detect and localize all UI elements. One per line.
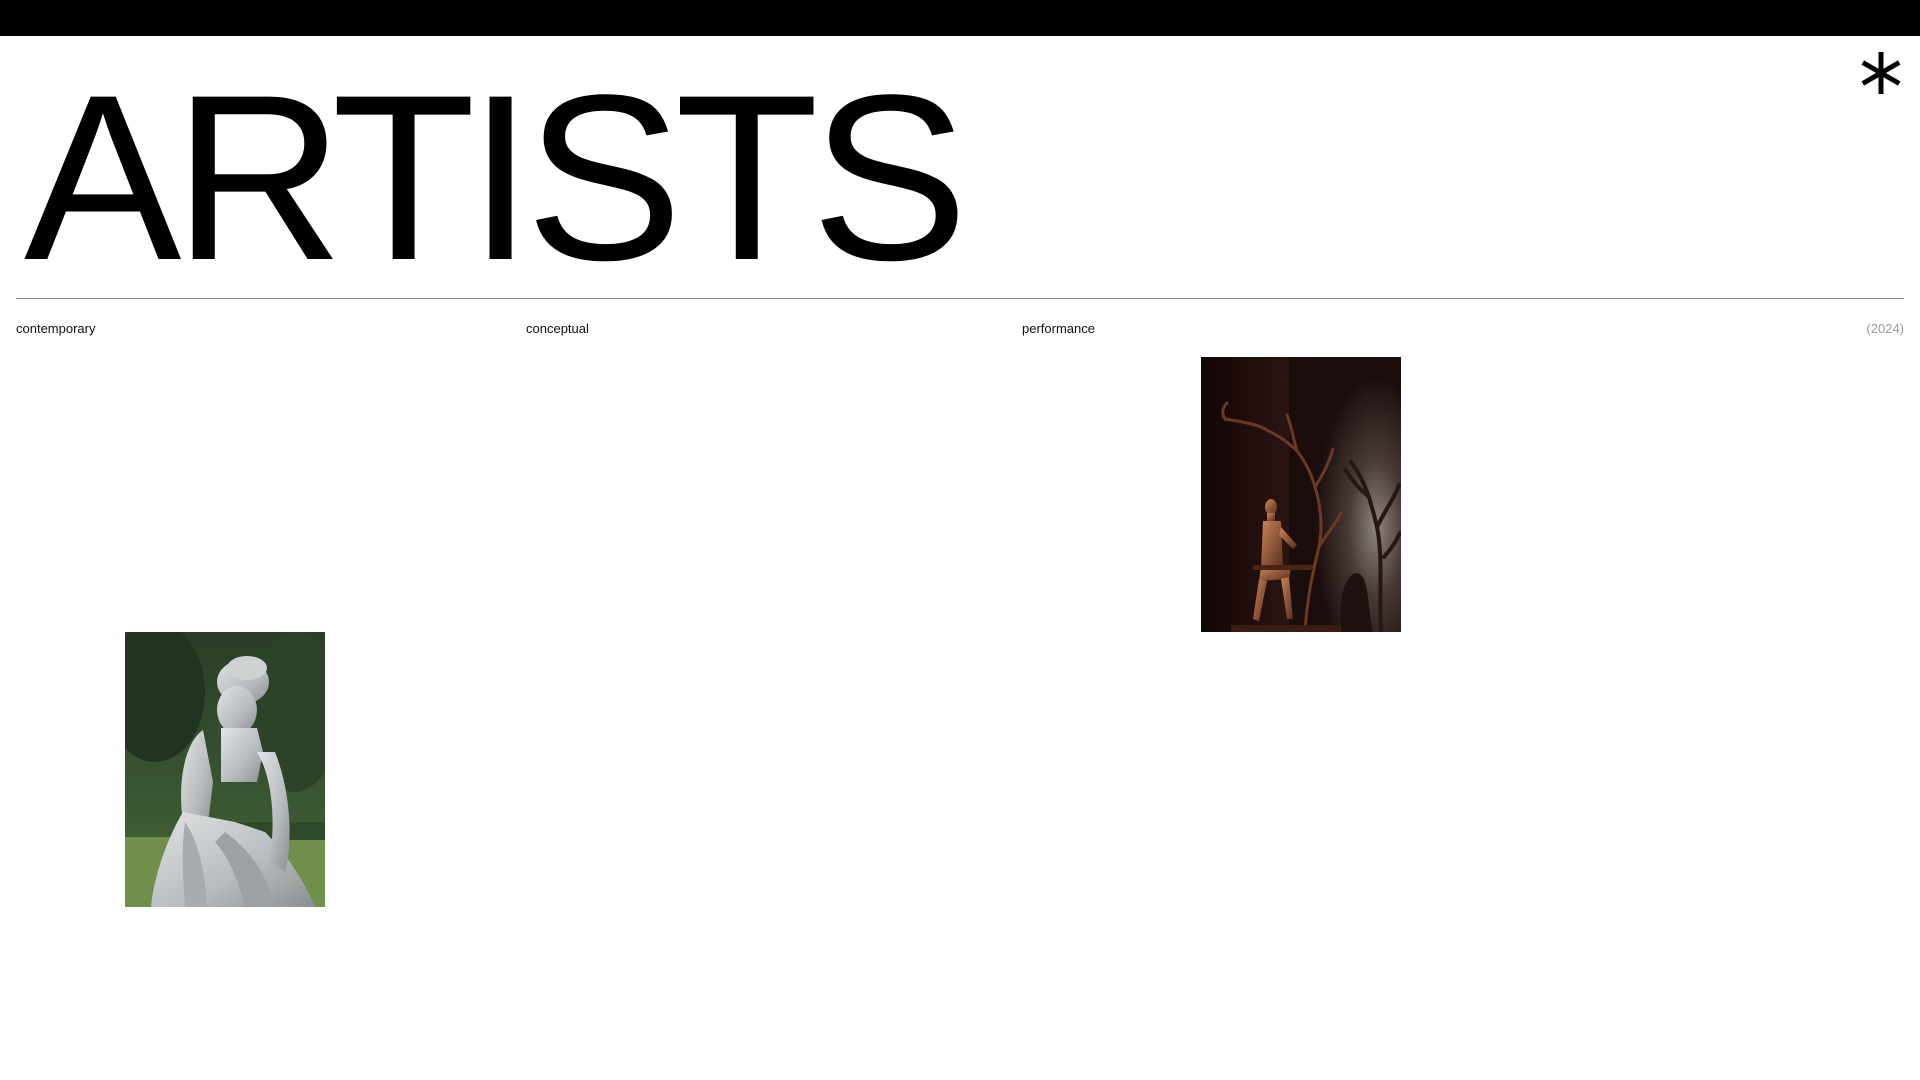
filter-conceptual[interactable]: conceptual [526, 321, 589, 337]
artwork-bronze-figure-image[interactable] [1201, 357, 1401, 632]
divider [16, 298, 1904, 299]
filter-contemporary[interactable]: contemporary [16, 321, 95, 337]
year-label: (2024) [1866, 321, 1904, 336]
top-bar [0, 0, 1920, 36]
filter-performance[interactable]: performance [1022, 321, 1095, 337]
page-title: ARTISTS [24, 46, 968, 310]
artwork-marble-statue-image[interactable] [125, 632, 325, 907]
asterisk-icon[interactable] [1858, 50, 1904, 96]
